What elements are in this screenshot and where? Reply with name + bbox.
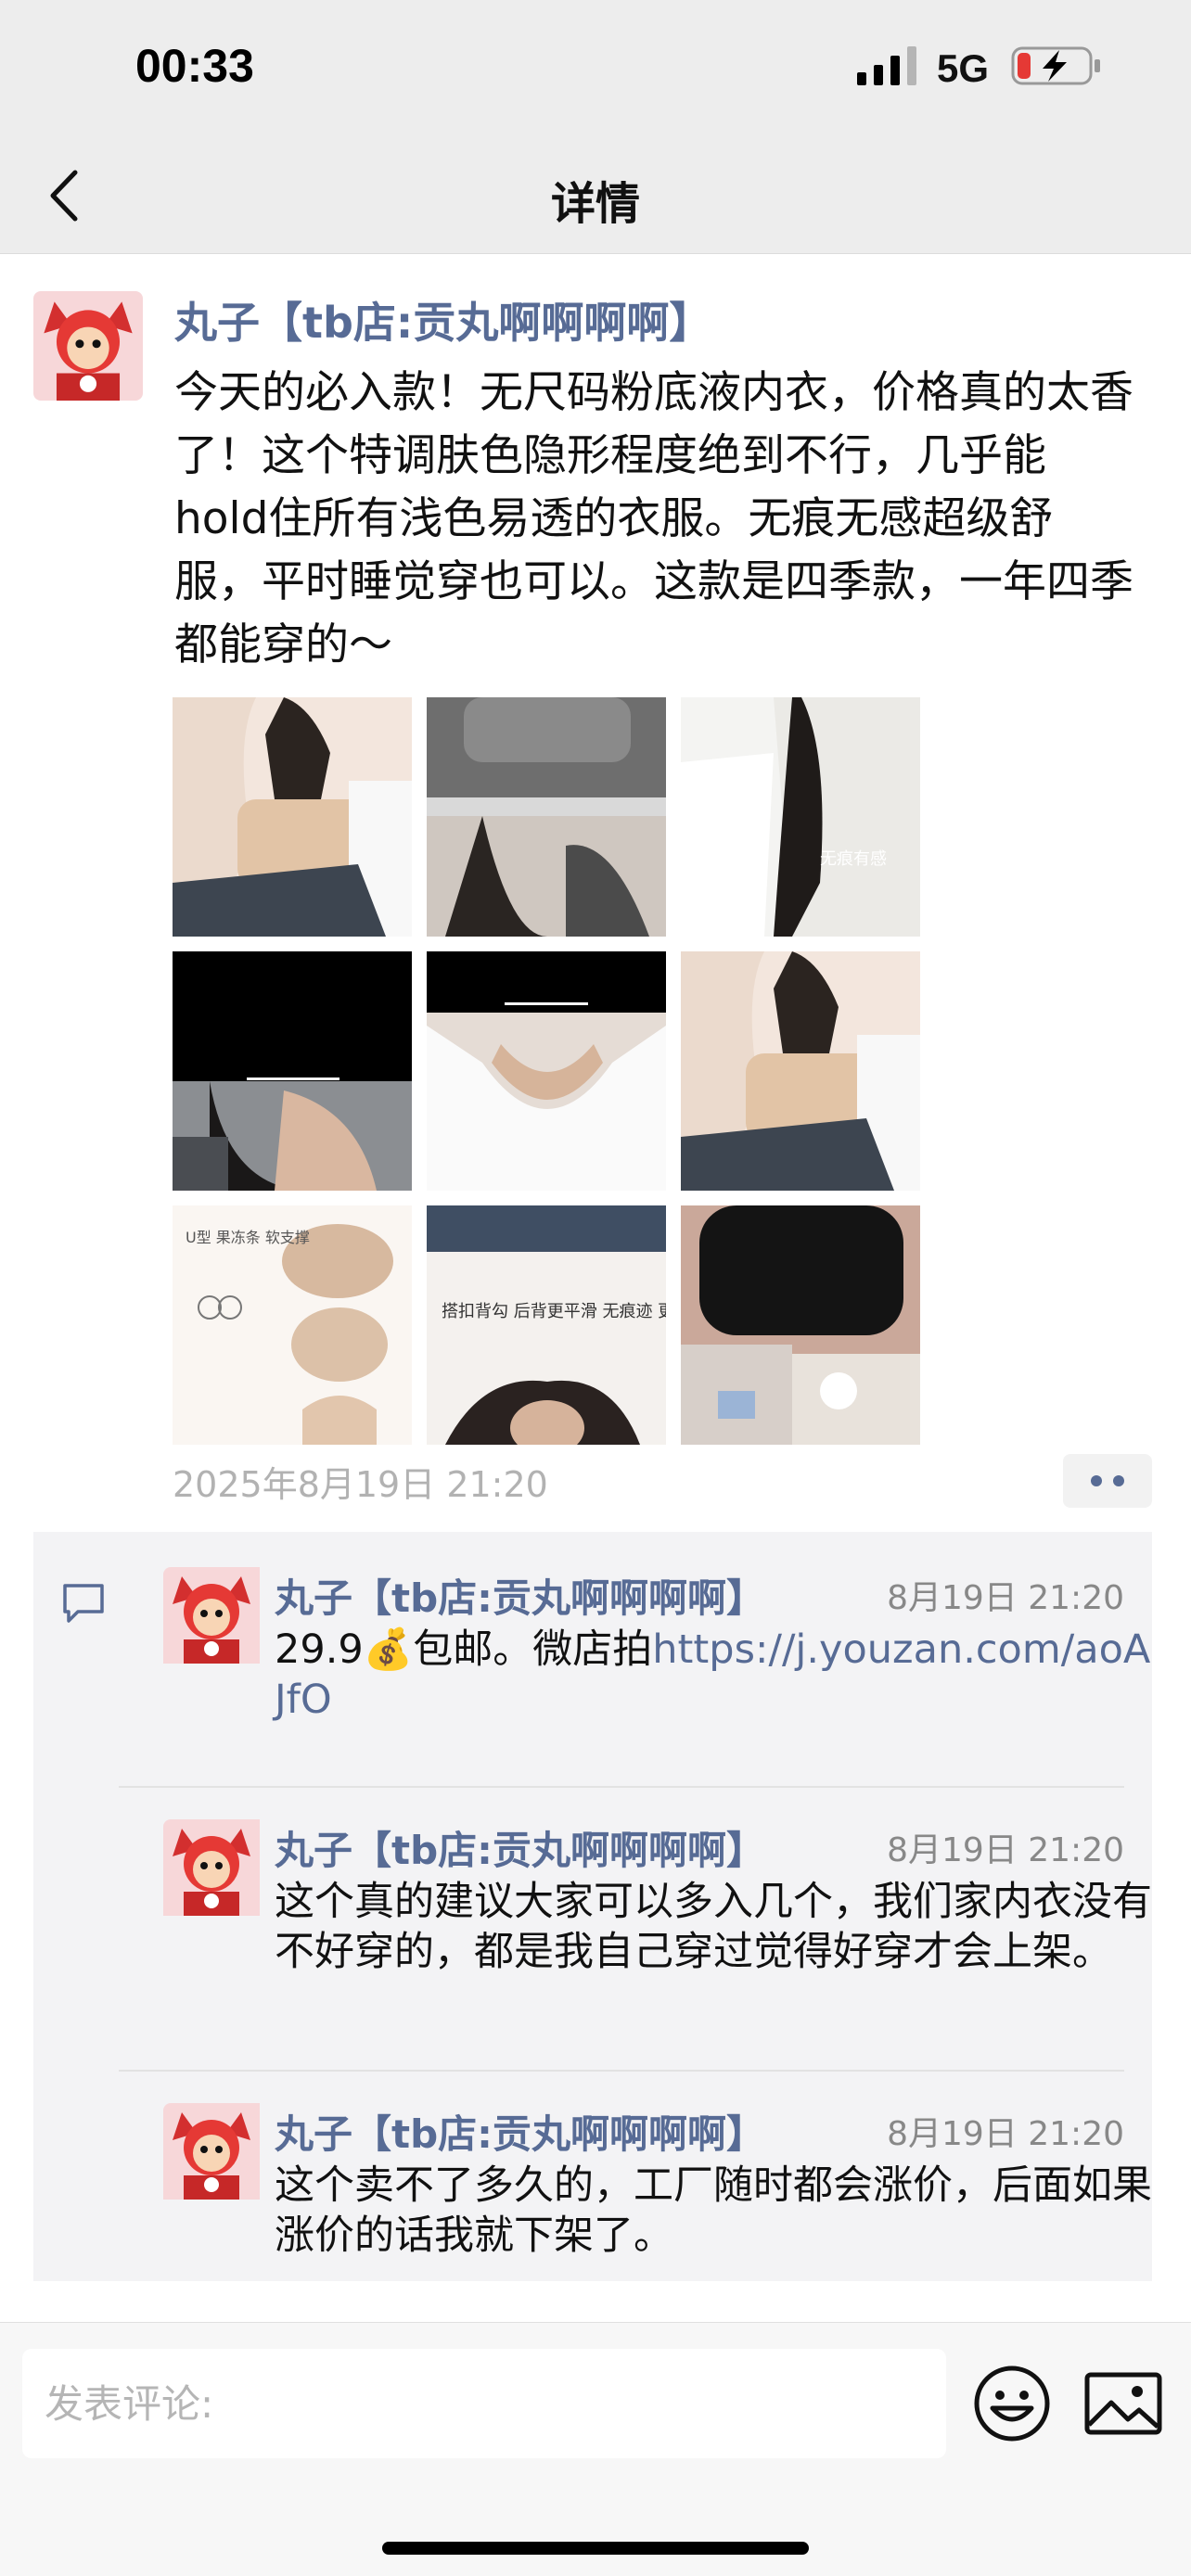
comment-input-bar xyxy=(0,2322,1191,2576)
comment-time: 8月19日 21:20 xyxy=(887,1579,1124,1617)
cartoon-avatar-icon xyxy=(163,1819,260,1916)
photo-caption: 无痕有感 xyxy=(820,849,887,869)
photo-thumbnail[interactable] xyxy=(427,951,666,1191)
comment-time: 8月19日 21:20 xyxy=(887,1831,1124,1869)
avatar[interactable] xyxy=(163,1819,273,1929)
comment-item[interactable]: 丸子【tb店:贡丸啊啊啊啊】 8月19日 21:20 这个卖不了多久的，工厂随时… xyxy=(119,2103,1152,2259)
photo-thumbnail[interactable] xyxy=(681,1205,920,1445)
network-type: 5G xyxy=(937,46,990,90)
status-bar: 00:33 5G xyxy=(0,0,1191,139)
photo-thumbnail[interactable] xyxy=(427,697,666,937)
post-timestamp: 2025年8月19日 21:20 xyxy=(173,1464,548,1505)
photo-thumbnail[interactable] xyxy=(173,951,412,1191)
photo-thumbnail[interactable]: 无痕有感 xyxy=(681,697,920,937)
comment-author[interactable]: 丸子【tb店:贡丸啊啊啊啊】 xyxy=(275,2103,765,2160)
photo-thumbnail[interactable] xyxy=(681,951,920,1191)
comment-text: 这个真的建议大家可以多入几个，我们家内衣没有不好穿的，都是我自己穿过觉得好穿才会… xyxy=(275,1879,1152,1975)
comment-author[interactable]: 丸子【tb店:贡丸啊啊啊啊】 xyxy=(275,1819,765,1876)
photo-caption: U型 果冻条 软支撑 xyxy=(186,1229,310,1246)
comment-body: 29.9💰包邮。微店拍 xyxy=(275,1626,653,1673)
cartoon-avatar-icon xyxy=(163,1567,260,1664)
post-text: 今天的必入款！无尺码粉底液内衣，价格真的太香了！这个特调肤色隐形程度绝到不行，几… xyxy=(174,367,1133,670)
home-indicator[interactable] xyxy=(382,2542,809,2555)
nav-bar: 详情 xyxy=(0,139,1191,254)
comment-text: 这个卖不了多久的，工厂随时都会涨价，后面如果涨价的话我就下架了。 xyxy=(275,2162,1152,2259)
comment-bubble-icon xyxy=(63,1584,104,1623)
cartoon-avatar-icon xyxy=(33,291,143,401)
moment-post: 丸子【tb店:贡丸啊啊啊啊】 今天的必入款！无尺码粉底液内衣，价格真的太香了！这… xyxy=(0,254,1191,2322)
image-icon[interactable] xyxy=(1083,2371,1163,2436)
divider xyxy=(119,1786,1124,1788)
cartoon-avatar-icon xyxy=(163,2103,260,2200)
photo-grid: 无痕有感 U型 果冻条 软支撑 搭扣背勾 后背更平滑 无痕迹 xyxy=(173,697,920,1445)
comment-item[interactable]: 丸子【tb店:贡丸啊啊啊啊】 8月19日 21:20 29.9💰包邮。微店拍ht… xyxy=(119,1567,1150,1753)
avatar[interactable] xyxy=(163,2103,273,2213)
emoji-icon[interactable] xyxy=(972,2364,1052,2443)
divider xyxy=(119,2070,1124,2072)
comment-input[interactable] xyxy=(22,2349,946,2458)
cellular-signal-icon xyxy=(857,46,916,85)
status-time: 00:33 xyxy=(135,40,254,92)
avatar[interactable] xyxy=(33,291,143,401)
photo-thumbnail[interactable] xyxy=(173,697,412,937)
avatar[interactable] xyxy=(163,1567,273,1677)
post-author[interactable]: 丸子【tb店:贡丸啊啊啊啊】 xyxy=(174,289,711,351)
photo-thumbnail[interactable]: U型 果冻条 软支撑 xyxy=(173,1205,412,1445)
page-title: 详情 xyxy=(550,178,640,230)
battery-charging-icon xyxy=(1011,46,1100,85)
dot-icon xyxy=(1113,1475,1124,1486)
photo-caption: 搭扣背勾 后背更平滑 无痕迹 更透气 xyxy=(442,1302,666,1321)
comment-item[interactable]: 丸子【tb店:贡丸啊啊啊啊】 8月19日 21:20 这个真的建议大家可以多入几… xyxy=(119,1819,1152,2005)
dot-icon xyxy=(1091,1475,1102,1486)
comment-section: 丸子【tb店:贡丸啊啊啊啊】 8月19日 21:20 29.9💰包邮。微店拍ht… xyxy=(33,1532,1152,2281)
more-actions-button[interactable] xyxy=(1063,1454,1152,1508)
photo-thumbnail[interactable]: 搭扣背勾 后背更平滑 无痕迹 更透气 xyxy=(427,1205,666,1445)
comment-time: 8月19日 21:20 xyxy=(887,2115,1124,2153)
comment-text: 29.9💰包邮。微店拍https://j.youzan.com/aoAJfO xyxy=(275,1625,1156,1725)
comment-author[interactable]: 丸子【tb店:贡丸啊啊啊啊】 xyxy=(275,1567,765,1624)
